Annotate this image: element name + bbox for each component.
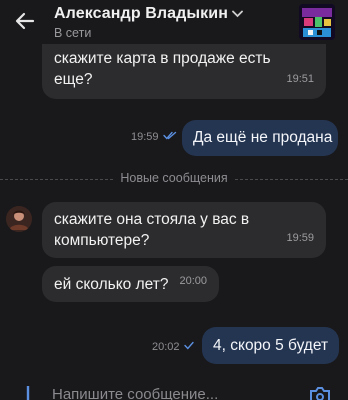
message-time: 19:59 bbox=[131, 131, 159, 143]
message-incoming[interactable]: скажите она стояла у вас в компьютере? 1… bbox=[42, 202, 326, 258]
message-text: ей сколько лет? bbox=[54, 276, 169, 293]
message-text: Да ещё не продана bbox=[193, 129, 333, 146]
attach-icon[interactable] bbox=[20, 384, 36, 400]
message-input[interactable]: Напишите сообщение... bbox=[52, 386, 218, 400]
chat-header: Александр Владыкин В сети bbox=[0, 0, 348, 44]
message-time: 20:00 bbox=[179, 275, 207, 287]
message-incoming[interactable]: скажите карта в продаже есть еще? 19:51 bbox=[42, 44, 326, 99]
message-time: 20:02 bbox=[152, 341, 180, 353]
camera-icon[interactable] bbox=[308, 386, 332, 400]
divider-label: Новые сообщения bbox=[114, 171, 234, 185]
message-meta: 20:02 bbox=[152, 341, 194, 353]
contact-status: В сети bbox=[54, 26, 92, 40]
message-incoming[interactable]: ей сколько лет? 20:00 bbox=[42, 266, 219, 302]
contact-info[interactable]: Александр Владыкин В сети bbox=[54, 3, 243, 40]
sender-avatar[interactable] bbox=[6, 206, 32, 232]
chevron-down-icon bbox=[232, 5, 243, 23]
contact-avatar[interactable] bbox=[299, 4, 335, 40]
message-time: 19:51 bbox=[286, 73, 314, 85]
message-meta: 19:59 bbox=[131, 131, 177, 143]
message-text: скажите она стояла у вас в компьютере? bbox=[54, 211, 250, 249]
back-arrow-icon[interactable] bbox=[14, 10, 36, 32]
check-icon bbox=[183, 341, 194, 353]
message-time: 19:59 bbox=[286, 232, 314, 244]
double-check-icon bbox=[162, 131, 177, 143]
message-text: 4, скоро 5 будет bbox=[213, 337, 329, 354]
message-composer: Напишите сообщение... bbox=[0, 382, 348, 400]
contact-name: Александр Владыкин bbox=[54, 5, 228, 22]
message-text: скажите карта в продаже есть еще? bbox=[54, 50, 271, 88]
message-outgoing[interactable]: Да ещё не продана bbox=[182, 120, 338, 156]
message-outgoing[interactable]: 4, скоро 5 будет bbox=[202, 327, 339, 364]
new-messages-divider: Новые сообщения bbox=[0, 171, 348, 187]
